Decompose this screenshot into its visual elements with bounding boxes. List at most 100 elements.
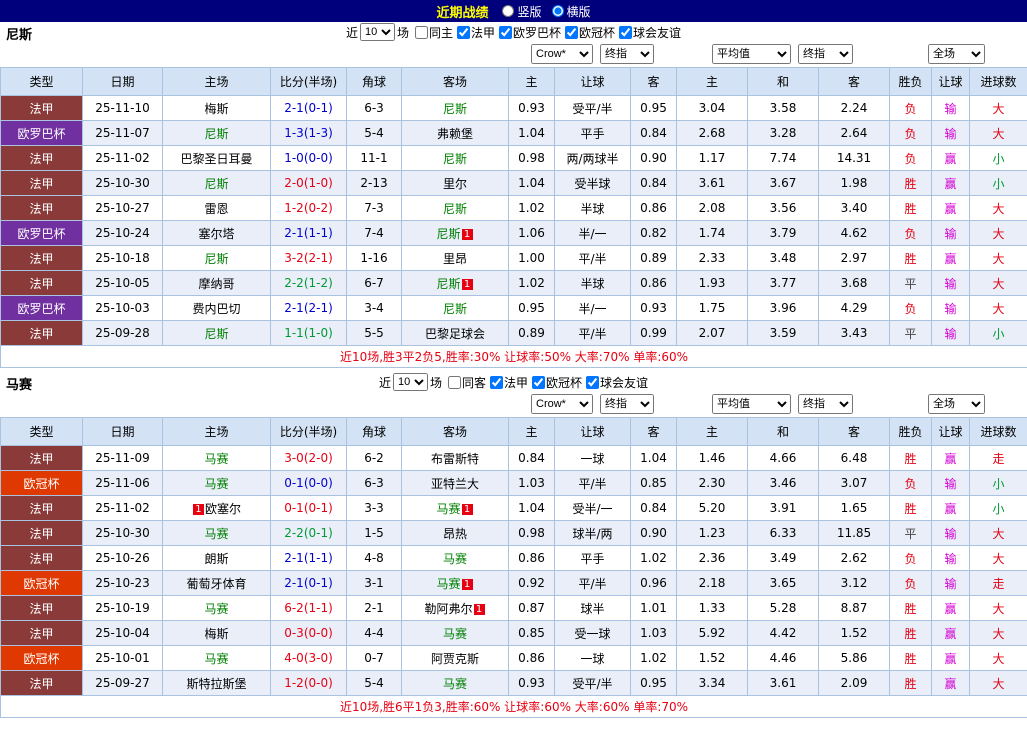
match-row: 法甲 25-11-09 马赛 3-0(2-0) 6-2 布雷斯特 0.84 一球 1.04 1.4… [0,445,1027,471]
games-label: 场 [429,375,442,390]
checkbox-input[interactable] [619,25,633,39]
team-label: 尼斯 [204,251,229,266]
match-row: 欧冠杯 25-10-01 马赛 4-0(3-0) 0-7 阿贾克斯 0.86 一球 1.02 1.… [0,645,1027,671]
ah-home-odds-cell: 1.04 [508,495,555,521]
filter-checkbox[interactable]: 同客 [444,374,486,391]
league-cell: 法甲 [0,270,83,296]
league-cell: 欧罗巴杯 [0,220,83,246]
filter-checkbox[interactable]: 法甲 [453,24,495,41]
ah-line-cell: 受半/一 [554,495,631,521]
result-cell: 平 [889,320,932,346]
radio-input[interactable] [502,5,515,17]
checkbox-input[interactable] [586,375,600,389]
red-card-badge: 1 [461,278,473,290]
radio-input[interactable] [551,5,564,17]
europe-time-select[interactable]: 终指 [798,394,853,414]
handicap-result-cell: 赢 [931,670,970,696]
ah-home-odds-cell: 0.86 [508,545,555,571]
score-cell: 1-0(0-0) [270,145,347,171]
ah-line-cell: 受平/半 [554,670,631,696]
handicap-result-cell: 赢 [931,245,970,271]
date-cell: 25-10-01 [82,645,163,671]
controls-row: 马赛 近 10 场 同客 法甲 欧冠杯 球会友谊 [0,372,1027,393]
column-header: 比分(半场) [270,67,347,96]
eu-draw-odds-cell: 4.42 [747,620,819,646]
odds-source-select[interactable]: Crow* [531,394,593,414]
home-team-cell: 尼斯 [162,120,271,146]
games-label: 场 [396,25,409,40]
league-cell: 欧冠杯 [0,570,83,596]
column-header: 主 [508,417,555,446]
filter-checkbox[interactable]: 欧冠杯 [561,24,615,41]
odds-time-select[interactable]: 终指 [600,394,654,414]
ah-away-odds-cell: 0.84 [630,170,677,196]
europe-odds-select[interactable]: 平均值 [712,394,791,414]
away-team-cell: 尼斯 [401,95,509,121]
layout-radio-horizontal[interactable]: 横版 [551,3,591,20]
checkbox-input[interactable] [414,25,428,39]
filter-checkbox[interactable]: 欧罗巴杯 [495,24,561,41]
filter-checkbox[interactable]: 球会友谊 [615,24,681,41]
odds-source-select[interactable]: Crow* [531,44,593,64]
date-cell: 25-10-27 [82,195,163,221]
layout-radio-vertical[interactable]: 竖版 [502,3,542,20]
eu-draw-odds-cell: 4.66 [747,445,819,471]
league-cell: 法甲 [0,145,83,171]
result-cell: 胜 [889,620,932,646]
checkbox-input[interactable] [447,375,461,389]
handicap-result-cell: 输 [931,270,970,296]
ah-home-odds-cell: 0.87 [508,595,555,621]
checkbox-input[interactable] [456,25,470,39]
match-row: 法甲 25-10-04 梅斯 0-3(0-0) 4-4 马赛 0.85 受一球 1.03 5.92… [0,620,1027,646]
goals-cell: 大 [969,595,1027,621]
away-team-cell: 马赛 [401,670,509,696]
team-label: 马赛 [204,451,229,466]
eu-draw-odds-cell: 3.96 [747,295,819,321]
column-header: 胜负 [889,417,932,446]
ah-away-odds-cell: 0.84 [630,120,677,146]
checkbox-input[interactable] [490,375,503,389]
league-cell: 欧罗巴杯 [0,120,83,146]
team-label: 费内巴切 [192,301,241,316]
europe-time-select[interactable]: 终指 [798,44,853,64]
ah-away-odds-cell: 0.86 [630,270,677,296]
filter-checkbox[interactable]: 法甲 [486,374,528,391]
match-count-select[interactable]: 10 [359,23,395,41]
scope-select[interactable]: 全场 [928,394,985,414]
checkbox-input[interactable] [532,375,546,389]
league-cell: 法甲 [0,595,83,621]
scope-select[interactable]: 全场 [928,44,985,64]
eu-away-odds-cell: 3.12 [818,570,890,596]
eu-draw-odds-cell: 6.33 [747,520,819,546]
checkbox-input[interactable] [499,25,512,39]
goals-cell: 大 [969,220,1027,246]
home-team-cell: 梅斯 [162,620,271,646]
europe-odds-select[interactable]: 平均值 [712,44,791,64]
score-cell: 1-3(1-3) [270,120,347,146]
handicap-result-cell: 赢 [931,170,970,196]
near-label: 近 [378,375,391,390]
filter-checkbox[interactable]: 欧冠杯 [528,374,582,391]
near-label: 近 [345,25,358,40]
match-count-select[interactable]: 10 [392,373,428,391]
filter-checkbox[interactable]: 球会友谊 [582,374,648,391]
odds-time-select[interactable]: 终指 [600,44,654,64]
column-header: 客 [630,417,677,446]
ah-away-odds-cell: 0.95 [630,670,677,696]
layout-radio-group: 竖版 横版 [502,3,591,20]
match-row: 法甲 25-10-26 朗斯 2-1(1-1) 4-8 马赛 0.86 平手 1.02 2.36 3… [0,545,1027,571]
team-label: 尼斯 [204,126,229,141]
goals-cell: 大 [969,120,1027,146]
filter-checkbox[interactable]: 同主 [411,24,453,41]
home-team-cell: 梅斯 [162,95,271,121]
checkbox-input[interactable] [565,25,579,39]
eu-away-odds-cell: 1.98 [818,170,890,196]
eu-home-odds-cell: 3.34 [676,670,748,696]
eu-home-odds-cell: 2.07 [676,320,748,346]
date-cell: 25-09-27 [82,670,163,696]
home-team-cell: 雷恩 [162,195,271,221]
team-label: 尼斯 [436,226,461,241]
column-header: 角球 [346,67,402,96]
eu-home-odds-cell: 2.30 [676,470,748,496]
league-cell: 欧冠杯 [0,470,83,496]
